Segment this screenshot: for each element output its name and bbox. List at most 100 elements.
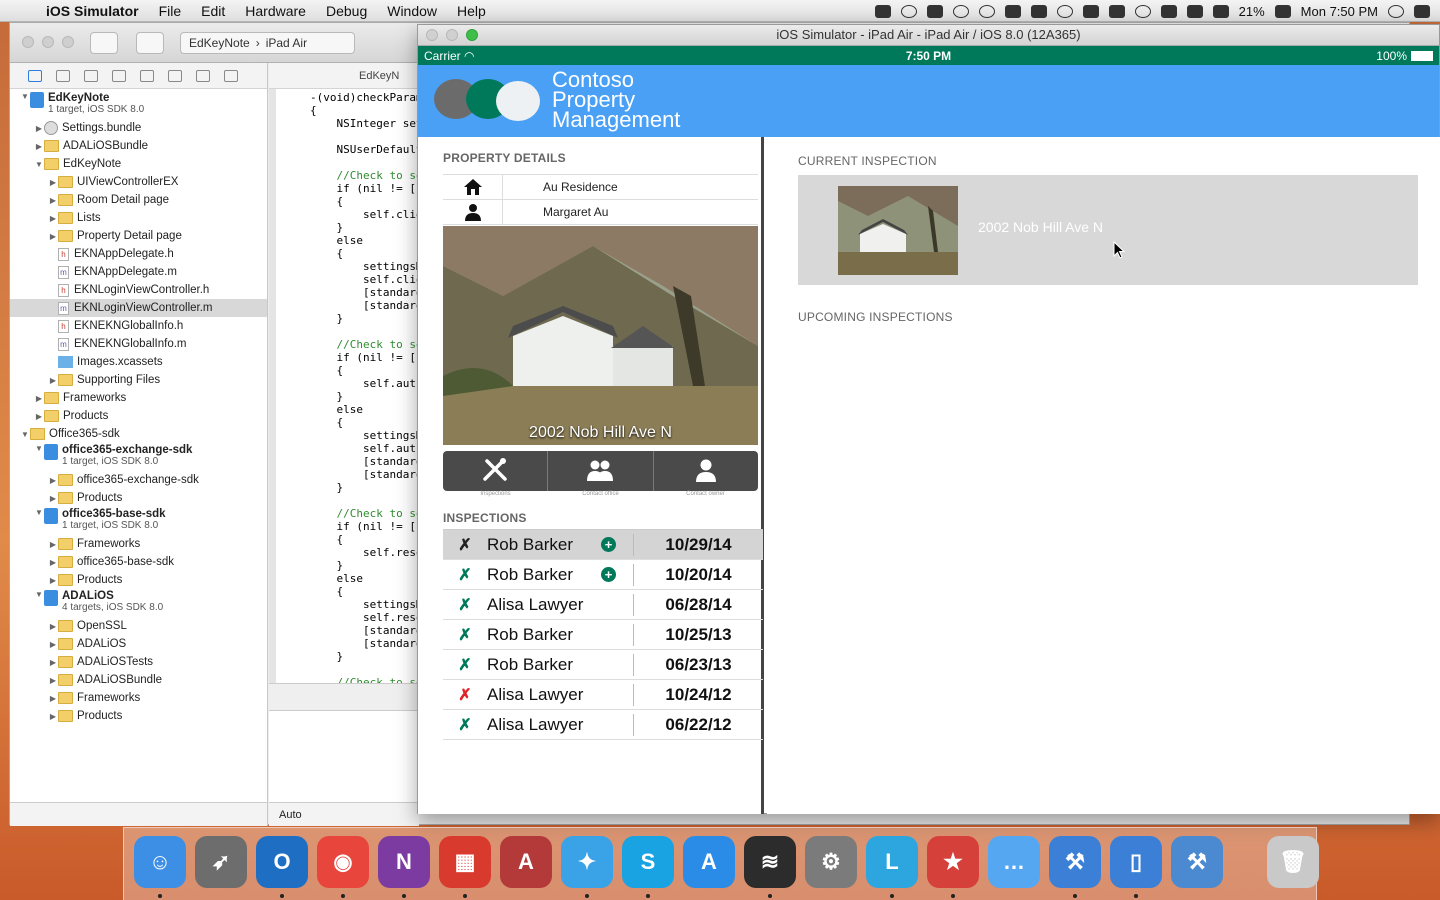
navigator-item[interactable]: ▶ office365-exchange-sdk xyxy=(10,471,267,489)
disclosure-closed-icon[interactable]: ▶ xyxy=(48,576,58,585)
disclosure-closed-icon[interactable]: ▶ xyxy=(48,622,58,631)
navigator-item[interactable]: ▶ Property Detail page xyxy=(10,227,267,245)
navigator-item[interactable]: ▶ office365-base-sdk xyxy=(10,553,267,571)
navigator-item[interactable]: ▶ UIViewControllerEX xyxy=(10,173,267,191)
zoom-button[interactable] xyxy=(62,36,74,48)
variables-scope[interactable]: Auto xyxy=(269,802,419,826)
menu-hardware[interactable]: Hardware xyxy=(235,3,316,19)
navigator-item[interactable]: ▶ Products xyxy=(10,707,267,725)
navigator-item[interactable]: Images.xcassets xyxy=(10,353,267,371)
messages-icon[interactable]: … xyxy=(988,836,1040,888)
navigator-item[interactable]: ▶ ADALiOS xyxy=(10,635,267,653)
disclosure-closed-icon[interactable]: ▶ xyxy=(48,558,58,567)
property-photo[interactable]: 2002 Nob Hill Ave N xyxy=(443,226,758,445)
lync-icon[interactable]: L xyxy=(866,836,918,888)
navigator-item[interactable]: ▶ Frameworks xyxy=(10,535,267,553)
menubar-clock[interactable]: Mon 7:50 PM xyxy=(1301,4,1378,19)
navigator-item[interactable]: ▶ Room Detail page xyxy=(10,191,267,209)
menu-app-name[interactable]: iOS Simulator xyxy=(36,3,149,19)
clock-icon[interactable] xyxy=(952,4,969,18)
disclosure-closed-icon[interactable]: ▶ xyxy=(48,640,58,649)
time-machine-icon[interactable] xyxy=(1134,4,1151,18)
issue-navigator-tab[interactable] xyxy=(112,69,126,82)
run-button[interactable] xyxy=(90,32,118,54)
chrome-icon[interactable]: ◉ xyxy=(317,836,369,888)
inspection-row[interactable]: ✗ Rob Barker +10/29/14 xyxy=(443,530,763,560)
xcode-icon[interactable]: ⚒ xyxy=(1049,836,1101,888)
contact-office-button[interactable] xyxy=(548,451,654,491)
inspection-row[interactable]: ✗ Rob Barker 10/25/13 xyxy=(443,620,763,650)
navigator-item[interactable]: ▼ ADALiOS 4 targets, iOS SDK 8.0 xyxy=(10,589,267,617)
camera-icon[interactable] xyxy=(874,4,891,18)
navigator-item[interactable]: h EKNLoginViewController.h xyxy=(10,281,267,299)
instruments-icon[interactable]: ⚒ xyxy=(1171,836,1223,888)
disclosure-open-icon[interactable]: ▼ xyxy=(34,160,44,169)
disclosure-closed-icon[interactable]: ▶ xyxy=(48,494,58,503)
test-navigator-tab[interactable] xyxy=(140,69,154,82)
disclosure-closed-icon[interactable]: ▶ xyxy=(34,142,44,151)
trash-icon[interactable]: 🗑 xyxy=(1267,836,1319,888)
navigator-item[interactable]: ▼ EdKeyNote 1 target, iOS SDK 8.0 xyxy=(10,91,267,119)
disclosure-closed-icon[interactable]: ▶ xyxy=(34,394,44,403)
inspection-row[interactable]: ✗ Rob Barker +10/20/14 xyxy=(443,560,763,590)
outlook-icon[interactable]: O xyxy=(256,836,308,888)
navigator-item[interactable]: ▶ Products xyxy=(10,489,267,507)
disclosure-closed-icon[interactable]: ▶ xyxy=(48,232,58,241)
disclosure-closed-icon[interactable]: ▶ xyxy=(48,476,58,485)
alert-icon[interactable] xyxy=(1056,4,1073,18)
navigator-item[interactable]: h EKNEKNGlobalInfo.h xyxy=(10,317,267,335)
parallels-icon[interactable]: ▦ xyxy=(439,836,491,888)
breakpoint-navigator-tab[interactable] xyxy=(196,69,210,82)
input-source-icon[interactable] xyxy=(1212,4,1229,18)
stop-button[interactable] xyxy=(136,32,164,54)
menu-file[interactable]: File xyxy=(149,3,192,19)
launchpad-icon[interactable]: ➶ xyxy=(195,836,247,888)
navigator-item[interactable]: m EKNLoginViewController.m xyxy=(10,299,267,317)
pdf-reader-icon[interactable]: A xyxy=(500,836,552,888)
spotlight-icon[interactable] xyxy=(1388,4,1404,18)
find-navigator-tab[interactable] xyxy=(84,69,98,82)
skype-icon[interactable]: S xyxy=(622,836,674,888)
sim-close-button[interactable] xyxy=(426,29,438,41)
disclosure-open-icon[interactable]: ▼ xyxy=(34,444,44,453)
creative-cloud-icon[interactable] xyxy=(900,4,917,18)
onenote-icon[interactable]: N xyxy=(378,836,430,888)
disclosure-open-icon[interactable]: ▼ xyxy=(20,92,30,101)
navigator-item[interactable]: ▶ Frameworks xyxy=(10,389,267,407)
disclosure-closed-icon[interactable]: ▶ xyxy=(48,712,58,721)
navigator-item[interactable]: ▼ office365-base-sdk 1 target, iOS SDK 8.0 xyxy=(10,507,267,535)
add-circle-icon[interactable]: + xyxy=(601,567,616,582)
navigator-item[interactable]: ▶ ADALiOSTests xyxy=(10,653,267,671)
menu-debug[interactable]: Debug xyxy=(316,3,377,19)
disclosure-closed-icon[interactable]: ▶ xyxy=(48,694,58,703)
inspections-button[interactable] xyxy=(443,451,549,491)
menu-edit[interactable]: Edit xyxy=(191,3,235,19)
navigator-item[interactable]: ▼ EdKeyNote xyxy=(10,155,267,173)
navigator-item[interactable]: h EKNAppDelegate.h xyxy=(10,245,267,263)
close-button[interactable] xyxy=(22,36,34,48)
spotify-icon[interactable]: ≋ xyxy=(744,836,796,888)
navigator-item[interactable]: ▶ OpenSSL xyxy=(10,617,267,635)
disclosure-open-icon[interactable]: ▼ xyxy=(34,508,44,517)
navigator-item[interactable]: ▶ ADALiOSBundle xyxy=(10,137,267,155)
disclosure-closed-icon[interactable]: ▶ xyxy=(48,178,58,187)
minimize-button[interactable] xyxy=(42,36,54,48)
disclosure-closed-icon[interactable]: ▶ xyxy=(48,196,58,205)
navigator-item[interactable]: ▼ Office365-sdk xyxy=(10,425,267,443)
project-navigator-tab[interactable] xyxy=(28,69,42,82)
twitter-icon[interactable]: ✦ xyxy=(561,836,613,888)
system-preferences-icon[interactable]: ⚙ xyxy=(805,836,857,888)
disclosure-closed-icon[interactable]: ▶ xyxy=(34,124,44,133)
navigator-item[interactable]: ▶ Supporting Files xyxy=(10,371,267,389)
current-inspection-card[interactable]: 2002 Nob Hill Ave N xyxy=(798,175,1418,285)
navigator-item[interactable]: m EKNEKNGlobalInfo.m xyxy=(10,335,267,353)
drive-icon[interactable] xyxy=(1108,4,1125,18)
disclosure-closed-icon[interactable]: ▶ xyxy=(34,412,44,421)
navigator-item[interactable]: m EKNAppDelegate.m xyxy=(10,263,267,281)
disclosure-closed-icon[interactable]: ▶ xyxy=(48,214,58,223)
bell-icon[interactable] xyxy=(1030,4,1047,18)
bookmark-icon[interactable] xyxy=(1004,4,1021,18)
navigator-item[interactable]: ▶ ADALiOSBundle xyxy=(10,671,267,689)
dropbox-icon[interactable] xyxy=(1082,4,1099,18)
symbol-navigator-tab[interactable] xyxy=(56,69,70,82)
